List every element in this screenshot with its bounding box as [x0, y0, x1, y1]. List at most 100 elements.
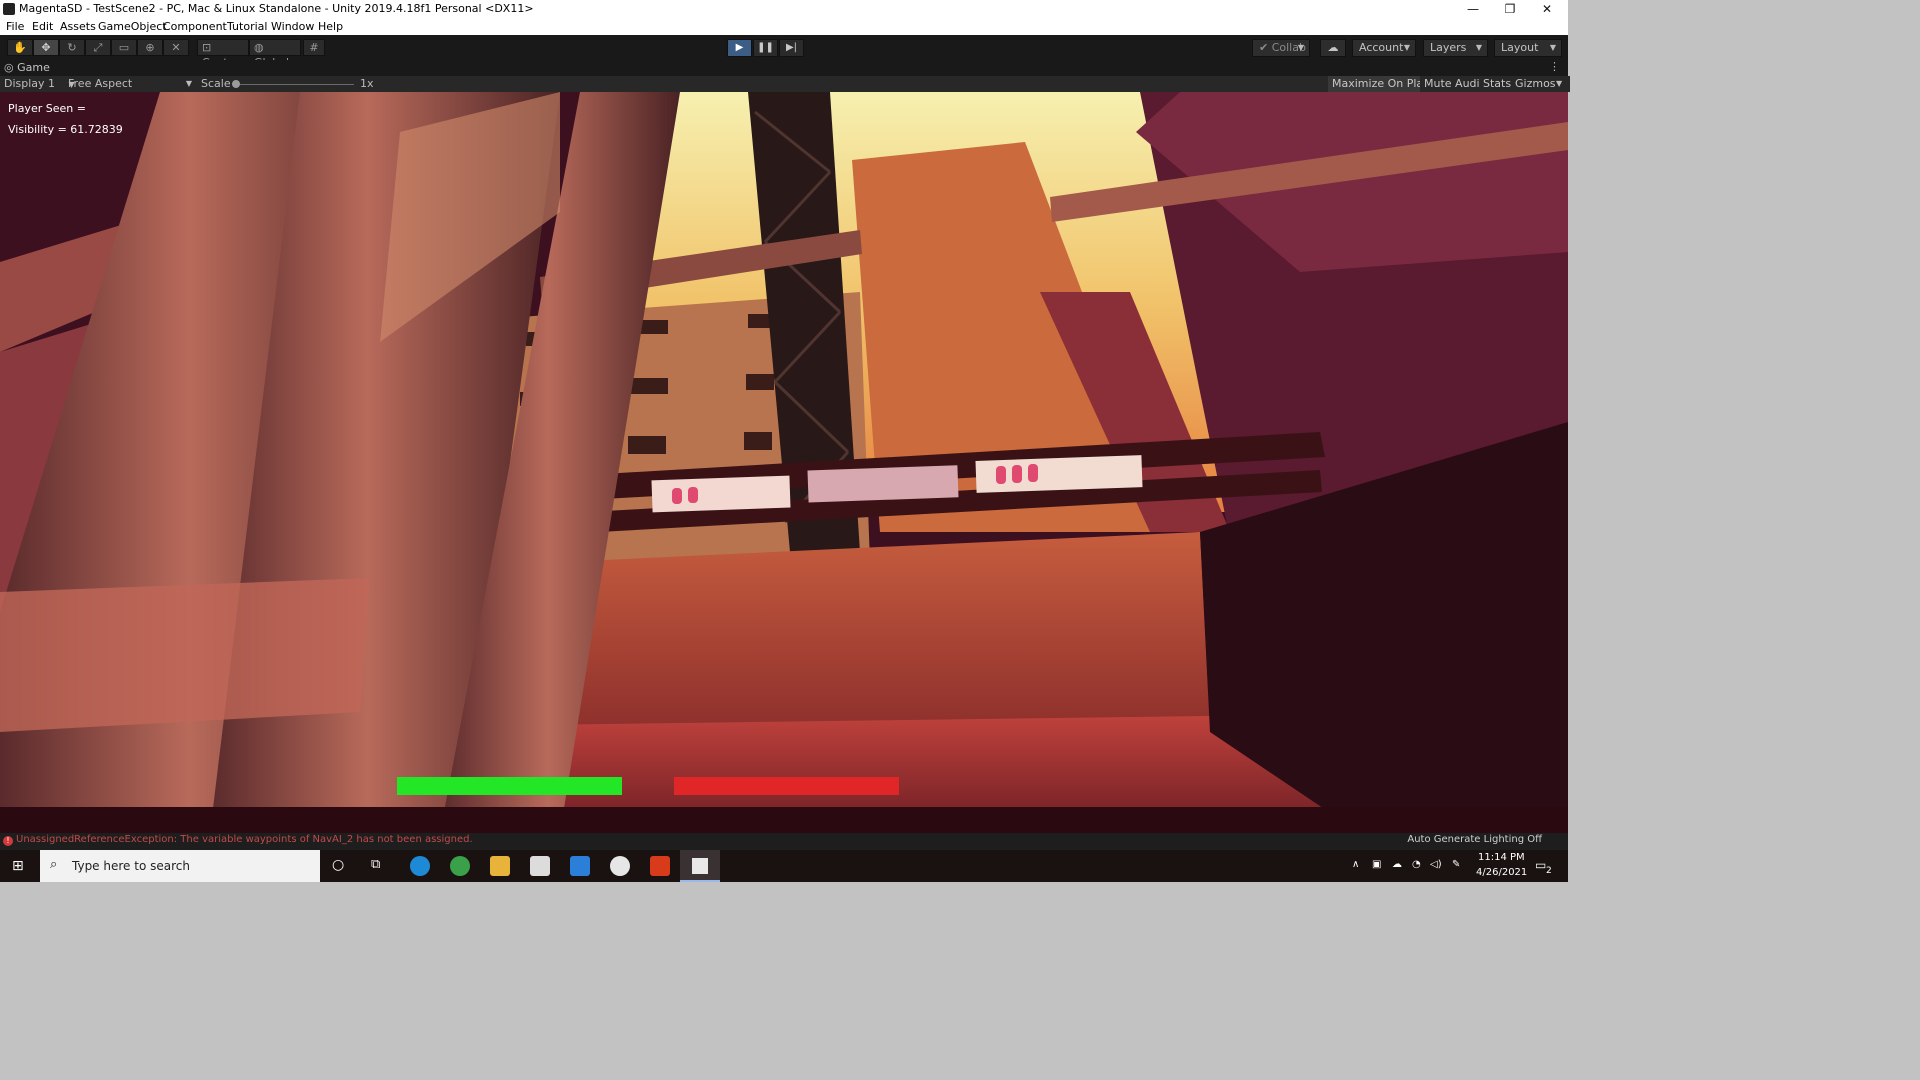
rotate-tool-button[interactable]: ↻: [59, 39, 85, 56]
space-toggle[interactable]: ◍ Global: [249, 39, 301, 69]
lighting-status[interactable]: Auto Generate Lighting Off: [1407, 834, 1542, 845]
custom-tool-icon: ✕: [171, 41, 181, 54]
tab-game-label: Game: [17, 61, 50, 74]
game-scene-render: [0, 92, 1568, 833]
display-dropdown[interactable]: Display 1 ▼: [4, 77, 75, 90]
clock-date[interactable]: 4/26/2021: [1476, 867, 1527, 878]
maximize-on-play-toggle[interactable]: Maximize On Play: [1328, 76, 1434, 92]
file-explorer-icon[interactable]: [490, 856, 510, 876]
notification-count: 2: [1546, 866, 1552, 876]
chevron-down-icon: ▼: [1549, 43, 1556, 52]
menu-window[interactable]: Window: [271, 20, 314, 33]
chevron-up-icon[interactable]: ∧: [1352, 859, 1359, 870]
unity-taskbar-button[interactable]: [680, 850, 720, 882]
volume-icon[interactable]: ◁): [1430, 859, 1442, 870]
scale-tool-button[interactable]: ⤢: [85, 39, 111, 56]
unity-app-icon: [3, 3, 15, 15]
layout-dropdown[interactable]: Layout ▼: [1494, 39, 1562, 57]
menu-tutorial[interactable]: Tutorial: [227, 20, 267, 33]
layers-dropdown[interactable]: Layers ▼: [1423, 39, 1488, 57]
cortana-icon[interactable]: ○: [332, 857, 344, 873]
aspect-label: Free Aspect: [68, 77, 133, 90]
office-icon[interactable]: [650, 856, 670, 876]
wifi-icon[interactable]: ◔: [1412, 859, 1421, 870]
pause-button[interactable]: ❚❚: [753, 39, 778, 57]
maximize-button[interactable]: ❐: [1492, 0, 1528, 18]
menu-bar: File Edit Assets GameObject Component Tu…: [0, 18, 1568, 35]
hand-icon: ✋: [13, 41, 27, 54]
taskbar-search-box[interactable]: ⌕ Type here to search: [40, 850, 320, 882]
window-title-bar: MagentaSD - TestScene2 - PC, Mac & Linux…: [0, 0, 1568, 18]
transform-icon: ⊕: [145, 41, 155, 54]
notifications-icon[interactable]: ▭: [1535, 858, 1546, 872]
clock-time[interactable]: 11:14 PM: [1478, 852, 1525, 863]
stats-toggle[interactable]: Stats: [1479, 76, 1516, 92]
menu-gameobject[interactable]: GameObject: [98, 20, 167, 33]
step-button[interactable]: ▶|: [779, 39, 804, 57]
chevron-down-icon: ▼: [1556, 79, 1563, 88]
gizmos-label: Gizmos: [1515, 77, 1556, 90]
chevron-down-icon: ▼: [1403, 43, 1410, 52]
meet-now-icon[interactable]: ▣: [1372, 859, 1381, 870]
hand-tool-button[interactable]: ✋: [7, 39, 33, 56]
chevron-down-icon: ▼: [1475, 43, 1482, 52]
scale-slider-track[interactable]: [236, 84, 354, 85]
edge-icon[interactable]: [410, 856, 430, 876]
grid-snap-icon: #: [309, 41, 319, 54]
window-title: MagentaSD - TestScene2 - PC, Mac & Linux…: [19, 2, 534, 15]
display-label: Display 1: [4, 77, 56, 90]
move-tool-button[interactable]: ✥: [33, 39, 59, 56]
pen-icon[interactable]: ✎: [1452, 859, 1460, 870]
play-button[interactable]: ▶: [727, 39, 752, 57]
more-options-icon[interactable]: ⋮: [1549, 60, 1560, 73]
aspect-dropdown[interactable]: Free Aspect ▼: [68, 77, 192, 90]
game-view-toolbar: Display 1 ▼ Free Aspect ▼ Scale 1x Maxim…: [0, 76, 1570, 92]
pause-icon: ❚❚: [757, 42, 774, 53]
search-icon: ⌕: [50, 857, 58, 872]
onedrive-icon[interactable]: ☁: [1392, 859, 1402, 870]
tab-game[interactable]: ◎ Game: [4, 61, 62, 76]
grid-snap-button[interactable]: #: [303, 39, 325, 56]
play-icon: ▶: [735, 42, 744, 53]
chevron-down-icon: ▼: [1297, 43, 1304, 52]
pivot-icon: ⊡: [202, 41, 212, 54]
gamepad-icon: ◎: [4, 61, 14, 74]
layout-label: Layout: [1501, 41, 1539, 54]
menu-component[interactable]: Component: [163, 20, 227, 33]
alien-icon[interactable]: [610, 856, 630, 876]
task-view-icon[interactable]: ⧉: [371, 857, 380, 872]
game-viewport[interactable]: Player Seen = Visibility = 61.72839: [0, 92, 1568, 833]
menu-assets[interactable]: Assets: [60, 20, 96, 33]
scale-icon: ⤢: [93, 41, 103, 54]
windows-start-icon[interactable]: ⊞: [12, 858, 24, 874]
windows-taskbar: ⊞ ⌕ Type here to search ○ ⧉ ∧ ▣ ☁ ◔ ◁) ✎…: [0, 850, 1568, 882]
unity-icon: [692, 858, 708, 874]
account-label: Account: [1359, 41, 1404, 54]
account-dropdown[interactable]: Account ▼: [1352, 39, 1416, 57]
menu-edit[interactable]: Edit: [32, 20, 53, 33]
cloud-button[interactable]: ☁: [1320, 39, 1346, 57]
scale-label: Scale: [201, 77, 231, 90]
collab-dropdown[interactable]: ✔ Collab ▼: [1252, 39, 1310, 57]
rotate-icon: ↻: [67, 41, 77, 54]
transform-tool-button[interactable]: ⊕: [137, 39, 163, 56]
panel-tab-bar: ◎ Game ⋮: [0, 60, 1568, 76]
mail-icon[interactable]: [570, 856, 590, 876]
menu-help[interactable]: Help: [318, 20, 343, 33]
scale-value: 1x: [360, 77, 374, 90]
pivot-toggle[interactable]: ⊡ Center: [197, 39, 249, 69]
detection-bar-red: [674, 777, 899, 795]
minimize-button[interactable]: —: [1455, 0, 1491, 18]
rect-tool-button[interactable]: ▭: [111, 39, 137, 56]
layers-label: Layers: [1430, 41, 1467, 54]
chevron-down-icon: ▼: [185, 79, 192, 88]
close-button[interactable]: ✕: [1529, 0, 1565, 18]
console-error-message[interactable]: UnassignedReferenceException: The variab…: [16, 834, 473, 845]
store-icon[interactable]: [530, 856, 550, 876]
visibility-text: Visibility = 61.72839: [8, 123, 123, 136]
custom-tool-button[interactable]: ✕: [163, 39, 189, 56]
menu-file[interactable]: File: [6, 20, 24, 33]
chrome-icon[interactable]: [450, 856, 470, 876]
error-icon: !: [3, 836, 13, 846]
scale-slider-handle[interactable]: [232, 80, 240, 88]
